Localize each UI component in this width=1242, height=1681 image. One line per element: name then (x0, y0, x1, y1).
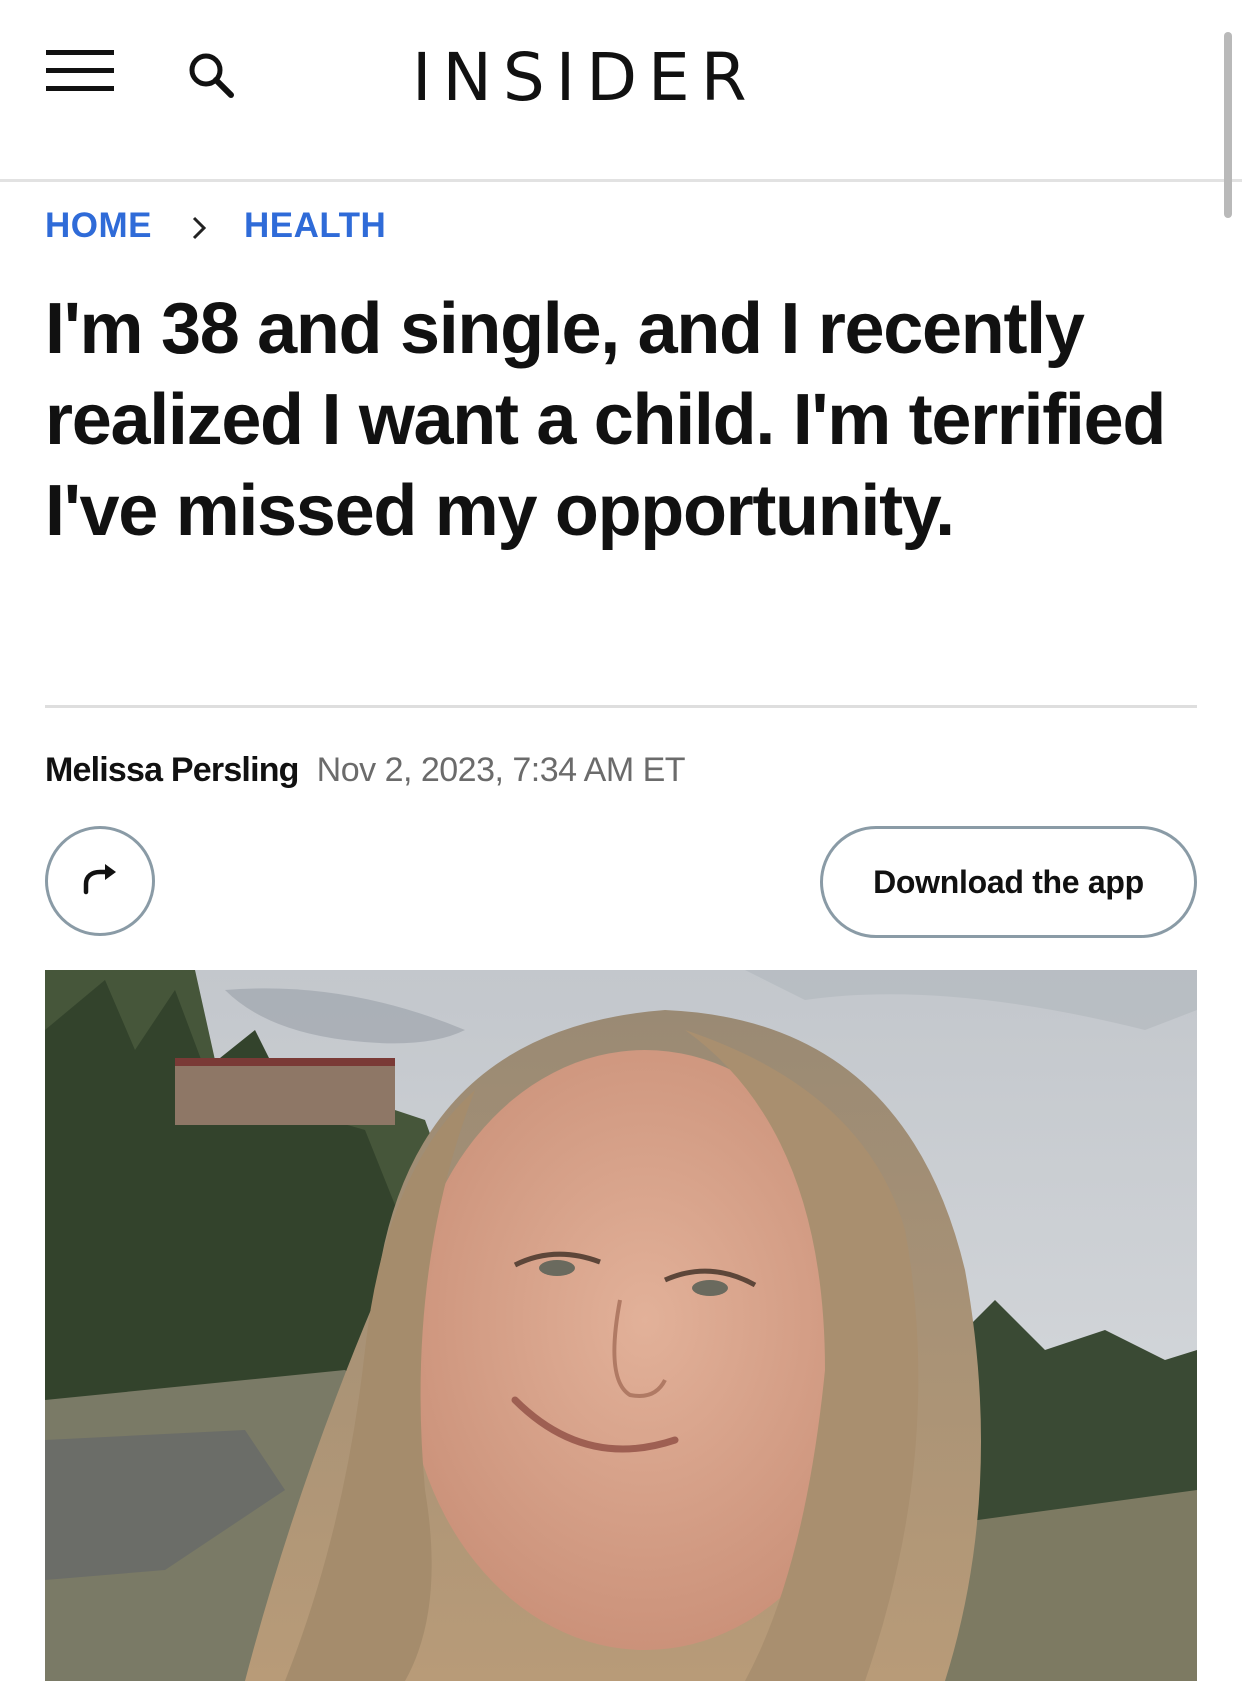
article-headline: I'm 38 and single, and I recently realiz… (45, 289, 1166, 551)
share-arrow-icon (80, 862, 120, 901)
breadcrumb-home-link[interactable]: HOME (45, 206, 152, 246)
hamburger-menu-icon[interactable] (46, 48, 114, 94)
search-icon[interactable] (186, 50, 238, 102)
insider-logo[interactable]: INSIDER (412, 40, 758, 116)
download-app-button[interactable]: Download the app (820, 826, 1197, 938)
publish-date: Nov 2, 2023, 7:34 AM ET (316, 751, 686, 789)
breadcrumb: HOME HEALTH (45, 204, 386, 248)
chevron-right-icon (180, 212, 218, 242)
site-header: INSIDER (0, 0, 1242, 182)
article-hero-photo (45, 970, 1197, 1681)
author-name[interactable]: Melissa Persling (45, 751, 299, 789)
share-button[interactable] (45, 826, 155, 936)
article-page: INSIDER HOME HEALTH I'm 38 and single, a… (0, 0, 1242, 1681)
headline-divider (45, 705, 1197, 708)
scrollbar[interactable] (1224, 32, 1232, 218)
breadcrumb-health-link[interactable]: HEALTH (244, 206, 386, 246)
article-byline: Melissa Persling Nov 2, 2023, 7:34 AM ET (45, 750, 686, 790)
